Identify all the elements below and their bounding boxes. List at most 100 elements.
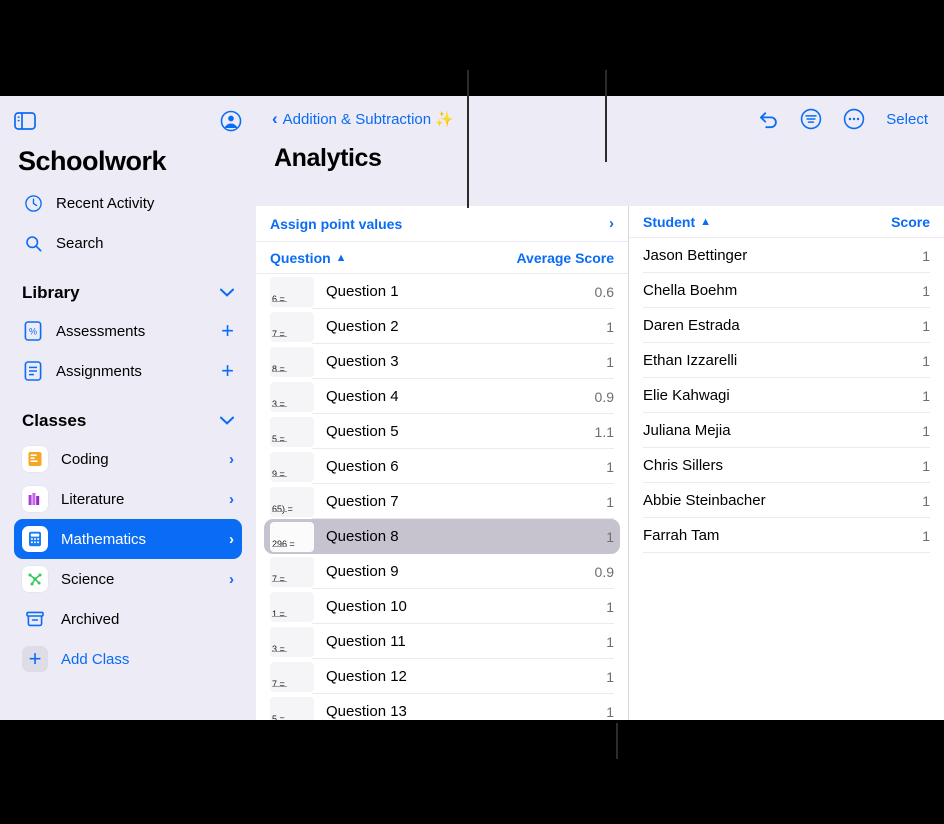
- table-row[interactable]: 8 = Question 3 1: [264, 344, 620, 379]
- table-row[interactable]: Farrah Tam 1: [643, 518, 930, 553]
- table-row[interactable]: 7 = Question 9 0.9: [264, 554, 620, 589]
- chevron-down-icon[interactable]: [220, 412, 234, 430]
- student-name: Daren Estrada: [643, 317, 740, 334]
- main-content: ‹ Addition & Subtraction ✨ Select Analyt…: [256, 96, 944, 720]
- analytics-panes: Assign point values › Question ▲ Average…: [256, 206, 944, 720]
- question-thumbnail: 8 =: [270, 346, 314, 377]
- table-row[interactable]: Jason Bettinger 1: [643, 238, 930, 273]
- chevron-right-icon[interactable]: ›: [229, 491, 234, 508]
- questions-header: Question ▲ Average Score: [256, 242, 628, 274]
- question-average-score: 1: [606, 703, 614, 720]
- back-button[interactable]: ‹ Addition & Subtraction ✨: [272, 109, 454, 129]
- table-row[interactable]: 1 = Question 10 1: [264, 589, 620, 624]
- table-row[interactable]: Daren Estrada 1: [643, 308, 930, 343]
- sidebar-header: [14, 104, 242, 138]
- sort-by-question[interactable]: Question ▲: [270, 250, 347, 266]
- table-row[interactable]: Elie Kahwagi 1: [643, 378, 930, 413]
- question-name: Question 7: [326, 493, 399, 510]
- question-thumbnail-text: 8 =: [272, 363, 285, 374]
- question-thumbnail-text: 3 =: [272, 398, 285, 409]
- table-row[interactable]: 9 = Question 6 1: [264, 449, 620, 484]
- question-thumbnail: 7 =: [270, 311, 314, 342]
- questions-list[interactable]: 6 = Question 1 0.6 7 = Question 2 1 8 = Questio…: [256, 274, 628, 720]
- column-header-score[interactable]: Score: [891, 214, 930, 230]
- sort-by-student[interactable]: Student ▲: [643, 214, 711, 230]
- question-thumbnail: 5 =: [270, 696, 314, 720]
- question-average-score: 1: [606, 668, 614, 685]
- chevron-right-icon[interactable]: ›: [229, 531, 234, 548]
- sidebar-section-library[interactable]: Library: [14, 275, 242, 311]
- plus-icon[interactable]: +: [221, 360, 234, 382]
- table-row[interactable]: 3 = Question 4 0.9: [264, 379, 620, 414]
- student-name: Jason Bettinger: [643, 247, 748, 264]
- account-circle-icon[interactable]: [220, 110, 242, 132]
- question-thumbnail-text: 3 =: [272, 643, 285, 654]
- chevron-right-icon[interactable]: ›: [229, 451, 234, 468]
- select-button[interactable]: Select: [886, 111, 928, 128]
- question-name: Question 4: [326, 388, 399, 405]
- column-header-average-score[interactable]: Average Score: [516, 250, 614, 266]
- question-average-score: 1: [606, 318, 614, 335]
- search-icon: [22, 232, 44, 254]
- sidebar-item-archived[interactable]: Archived: [14, 599, 242, 639]
- sidebar-item-science[interactable]: Science ›: [14, 559, 242, 599]
- student-name: Abbie Steinbacher: [643, 492, 766, 509]
- chevron-down-icon[interactable]: [220, 284, 234, 302]
- sidebar-item-coding[interactable]: Coding ›: [14, 439, 242, 479]
- answer-blank-line: [272, 370, 287, 372]
- student-score: 1: [922, 527, 930, 544]
- table-row[interactable]: Chella Boehm 1: [643, 273, 930, 308]
- chevron-right-icon[interactable]: ›: [229, 571, 234, 588]
- table-row[interactable]: Chris Sillers 1: [643, 448, 930, 483]
- plus-icon[interactable]: +: [221, 320, 234, 342]
- sidebar-item-search[interactable]: Search: [14, 223, 242, 263]
- table-row[interactable]: 5 = Question 13 1: [264, 694, 620, 720]
- analytics-title: Analytics: [274, 144, 382, 172]
- sidebar-item-literature[interactable]: Literature ›: [14, 479, 242, 519]
- table-row[interactable]: 3 = Question 11 1: [264, 624, 620, 659]
- back-button-label: Addition & Subtraction ✨: [282, 111, 454, 128]
- student-name: Chris Sillers: [643, 457, 724, 474]
- question-average-score: 0.9: [594, 388, 614, 405]
- science-app-icon: [22, 566, 48, 592]
- column-header-student: Student: [643, 213, 696, 230]
- answer-blank-line: [272, 405, 287, 407]
- filter-icon[interactable]: [800, 108, 822, 130]
- undo-icon[interactable]: [757, 109, 779, 129]
- table-row[interactable]: 6 = Question 1 0.6: [264, 274, 620, 309]
- sidebar-item-assessments[interactable]: % Assessments +: [14, 311, 242, 351]
- column-header-question: Question: [270, 249, 331, 266]
- table-row[interactable]: Abbie Steinbacher 1: [643, 483, 930, 518]
- question-thumbnail-text: 7 =: [272, 328, 285, 339]
- table-row[interactable]: Juliana Mejia 1: [643, 413, 930, 448]
- questions-pane: Assign point values › Question ▲ Average…: [256, 206, 629, 720]
- student-score: 1: [922, 457, 930, 474]
- question-thumbnail-text: 65) =: [272, 503, 293, 514]
- sidebar-item-mathematics[interactable]: Mathematics ›: [14, 519, 242, 559]
- clock-icon: [22, 192, 44, 214]
- sidebar-item-assignments[interactable]: Assignments +: [14, 351, 242, 391]
- question-name: Question 13: [326, 703, 407, 720]
- table-row[interactable]: 5 = Question 5 1.1: [264, 414, 620, 449]
- answer-blank-line: [272, 300, 287, 302]
- literature-app-icon: [22, 486, 48, 512]
- table-row[interactable]: Ethan Izzarelli 1: [643, 343, 930, 378]
- assign-point-values-button[interactable]: Assign point values ›: [256, 206, 628, 242]
- student-score: 1: [922, 317, 930, 334]
- table-row[interactable]: 7 = Question 12 1: [264, 659, 620, 694]
- question-thumbnail: 3 =: [270, 381, 314, 412]
- table-row[interactable]: 65) = Question 7 1: [264, 484, 620, 519]
- question-name: Question 12: [326, 668, 407, 685]
- sidebar-section-classes[interactable]: Classes: [14, 403, 242, 439]
- more-ellipsis-icon[interactable]: [843, 108, 865, 130]
- students-list[interactable]: Jason Bettinger 1 Chella Boehm 1 Daren Estra…: [629, 238, 944, 720]
- add-class-button[interactable]: + Add Class: [14, 639, 242, 679]
- table-row[interactable]: 7 = Question 2 1: [264, 309, 620, 344]
- add-class-label: Add Class: [61, 650, 130, 668]
- sidebar-toggle-icon[interactable]: [14, 112, 36, 130]
- plus-icon: +: [22, 646, 48, 672]
- sidebar: Schoolwork Recent Activity Search Librar…: [0, 96, 256, 720]
- question-name: Question 1: [326, 283, 399, 300]
- table-row[interactable]: 296 = Question 8 1: [264, 519, 620, 554]
- sidebar-item-recent-activity[interactable]: Recent Activity: [14, 183, 242, 223]
